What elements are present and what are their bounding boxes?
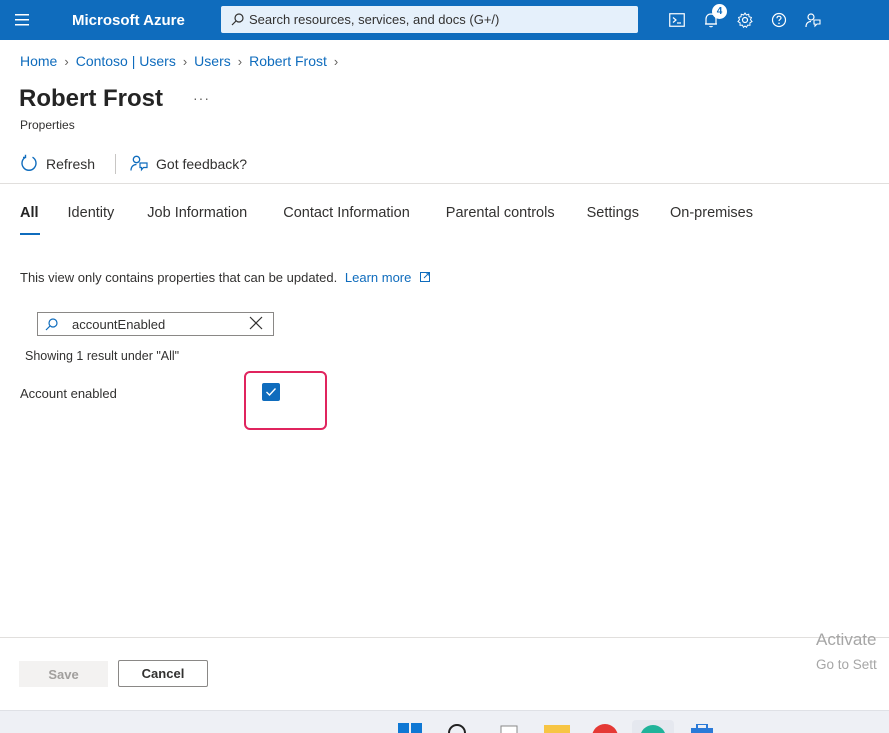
azure-top-bar: Microsoft Azure 4 xyxy=(0,0,889,40)
command-bar-divider xyxy=(0,183,889,184)
store-icon[interactable] xyxy=(690,723,714,733)
property-tabs: All Identity Job Information Contact Inf… xyxy=(20,205,753,235)
learn-more-link[interactable]: Learn more xyxy=(345,270,430,285)
red-app-icon[interactable] xyxy=(592,724,618,733)
info-text: This view only contains properties that … xyxy=(20,270,430,285)
chevron-right-icon: › xyxy=(333,53,339,69)
feedback-icon xyxy=(130,154,148,175)
search-icon xyxy=(38,317,64,331)
refresh-label: Refresh xyxy=(46,156,96,172)
notifications-bell-icon[interactable]: 4 xyxy=(694,0,728,40)
tab-job-information[interactable]: Job Information xyxy=(147,205,247,235)
save-button[interactable]: Save xyxy=(19,661,108,687)
command-divider xyxy=(115,154,117,174)
chevron-right-icon: › xyxy=(237,53,243,69)
brand-title[interactable]: Microsoft Azure xyxy=(72,12,185,29)
page-title: Robert Frost xyxy=(19,85,163,112)
help-icon[interactable] xyxy=(762,0,796,40)
tab-contact-information[interactable]: Contact Information xyxy=(283,205,410,235)
feedback-button[interactable]: Got feedback? xyxy=(130,154,247,175)
hamburger-menu-icon[interactable] xyxy=(0,0,44,40)
global-search[interactable] xyxy=(221,6,638,33)
account-enabled-checkbox[interactable] xyxy=(262,383,280,401)
settings-gear-icon[interactable] xyxy=(728,0,762,40)
refresh-button[interactable]: Refresh xyxy=(20,154,95,175)
search-icon xyxy=(225,13,249,26)
tab-on-premises[interactable]: On-premises xyxy=(670,205,753,235)
external-link-icon xyxy=(415,270,430,285)
breadcrumb-robert-frost[interactable]: Robert Frost xyxy=(249,53,327,69)
breadcrumb-home[interactable]: Home xyxy=(20,53,57,69)
account-enabled-label: Account enabled xyxy=(20,386,117,401)
search-icon[interactable] xyxy=(446,722,468,733)
feedback-label: Got feedback? xyxy=(156,156,248,172)
property-filter-input[interactable] xyxy=(72,316,242,332)
clear-filter-icon[interactable] xyxy=(249,316,263,335)
global-search-input[interactable] xyxy=(249,12,619,27)
cancel-button[interactable]: Cancel xyxy=(118,660,208,687)
info-message: This view only contains properties that … xyxy=(20,270,338,285)
breadcrumb-users[interactable]: Users xyxy=(194,53,231,69)
chevron-right-icon: › xyxy=(64,53,69,69)
learn-more-label: Learn more xyxy=(344,270,412,285)
breadcrumb-contoso-users[interactable]: Contoso | Users xyxy=(76,53,176,69)
taskbar xyxy=(0,710,889,733)
edge-icon[interactable] xyxy=(632,720,674,733)
breadcrumb: Home › Contoso | Users › Users › Robert … xyxy=(20,53,345,69)
windows-start-icon[interactable] xyxy=(398,723,422,733)
result-count: Showing 1 result under "All" xyxy=(25,349,180,363)
activation-watermark-subtitle: Go to Sett xyxy=(816,657,877,672)
page-subtitle: Properties xyxy=(20,118,75,132)
activation-watermark-title: Activate xyxy=(816,630,877,649)
file-icon[interactable] xyxy=(500,725,518,733)
checkmark-icon xyxy=(266,388,277,397)
highlight-annotation xyxy=(244,371,327,430)
command-bar: Refresh Got feedback? xyxy=(20,151,247,177)
chevron-right-icon: › xyxy=(182,53,188,69)
feedback-person-icon[interactable] xyxy=(796,0,830,40)
folder-icon[interactable] xyxy=(544,725,570,733)
refresh-icon xyxy=(20,154,38,175)
notification-count-badge: 4 xyxy=(712,4,727,19)
tab-identity[interactable]: Identity xyxy=(68,205,115,235)
tab-parental-controls[interactable]: Parental controls xyxy=(446,205,555,235)
more-options-button[interactable]: ··· xyxy=(193,90,210,106)
tab-settings[interactable]: Settings xyxy=(587,205,639,235)
property-filter[interactable] xyxy=(37,312,274,336)
tab-all[interactable]: All xyxy=(20,205,40,235)
footer-divider xyxy=(0,637,889,638)
cloud-shell-icon[interactable] xyxy=(660,0,694,40)
